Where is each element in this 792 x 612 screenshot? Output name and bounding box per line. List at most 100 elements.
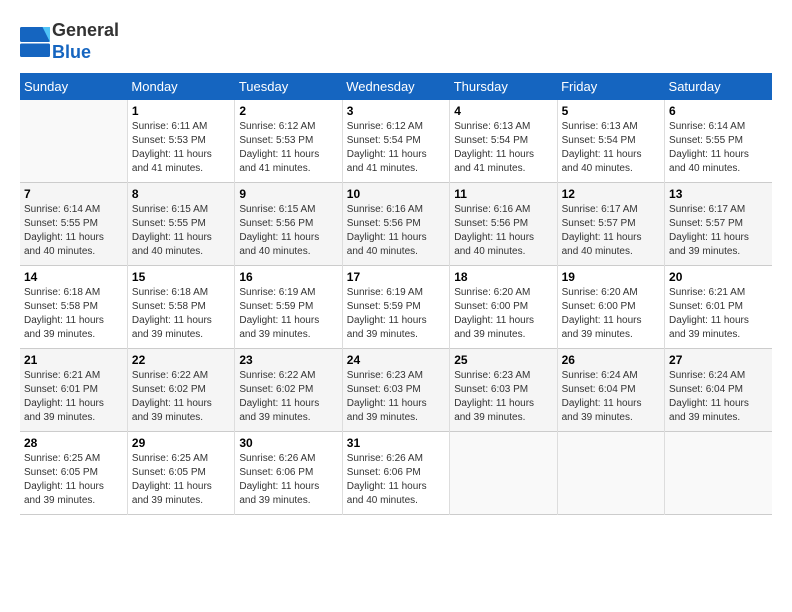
day-number: 12	[562, 187, 660, 201]
day-number: 1	[132, 104, 230, 118]
weekday-header-saturday: Saturday	[665, 73, 772, 100]
day-number: 19	[562, 270, 660, 284]
day-info: Sunrise: 6:18 AMSunset: 5:58 PMDaylight:…	[132, 286, 230, 342]
calendar-cell: 5 Sunrise: 6:13 AMSunset: 5:54 PMDaylight…	[557, 100, 664, 183]
day-info: Sunrise: 6:23 AMSunset: 6:03 PMDaylight:…	[454, 369, 552, 425]
calendar-cell: 15 Sunrise: 6:18 AMSunset: 5:58 PMDayligh…	[127, 266, 234, 349]
day-number: 15	[132, 270, 230, 284]
calendar-cell: 29 Sunrise: 6:25 AMSunset: 6:05 PMDayligh…	[127, 432, 234, 515]
day-info: Sunrise: 6:25 AMSunset: 6:05 PMDaylight:…	[132, 452, 230, 508]
day-info: Sunrise: 6:17 AMSunset: 5:57 PMDaylight:…	[562, 203, 660, 259]
day-number: 14	[24, 270, 123, 284]
day-info: Sunrise: 6:24 AMSunset: 6:04 PMDaylight:…	[669, 369, 768, 425]
day-number: 13	[669, 187, 768, 201]
calendar-cell	[665, 432, 772, 515]
calendar-week-row: 14 Sunrise: 6:18 AMSunset: 5:58 PMDayligh…	[20, 266, 772, 349]
day-info: Sunrise: 6:12 AMSunset: 5:53 PMDaylight:…	[239, 120, 337, 176]
day-info: Sunrise: 6:12 AMSunset: 5:54 PMDaylight:…	[347, 120, 445, 176]
day-info: Sunrise: 6:14 AMSunset: 5:55 PMDaylight:…	[669, 120, 768, 176]
calendar-cell: 23Sunrise: 6:22 AMSunset: 6:02 PMDayligh…	[235, 349, 342, 432]
day-number: 30	[239, 436, 337, 450]
day-number: 5	[562, 104, 660, 118]
calendar-cell: 24 Sunrise: 6:23 AMSunset: 6:03 PMDayligh…	[342, 349, 449, 432]
day-number: 29	[132, 436, 230, 450]
logo-blue: Blue	[52, 42, 91, 62]
day-info: Sunrise: 6:19 AMSunset: 5:59 PMDaylight:…	[239, 286, 337, 342]
day-info: Sunrise: 6:16 AMSunset: 5:56 PMDaylight:…	[347, 203, 445, 259]
calendar-cell: 16 Sunrise: 6:19 AMSunset: 5:59 PMDayligh…	[235, 266, 342, 349]
calendar-cell	[557, 432, 664, 515]
page-header: General Blue	[20, 20, 772, 63]
day-info: Sunrise: 6:13 AMSunset: 5:54 PMDaylight:…	[562, 120, 660, 176]
day-info: Sunrise: 6:20 AMSunset: 6:00 PMDaylight:…	[454, 286, 552, 342]
calendar-cell: 7 Sunrise: 6:14 AMSunset: 5:55 PMDaylight…	[20, 183, 127, 266]
calendar-cell: 3 Sunrise: 6:12 AMSunset: 5:54 PMDaylight…	[342, 100, 449, 183]
calendar-cell: 28Sunrise: 6:25 AMSunset: 6:05 PMDayligh…	[20, 432, 127, 515]
day-number: 2	[239, 104, 337, 118]
day-info: Sunrise: 6:19 AMSunset: 5:59 PMDaylight:…	[347, 286, 445, 342]
day-number: 31	[347, 436, 445, 450]
day-info: Sunrise: 6:22 AMSunset: 6:02 PMDaylight:…	[132, 369, 230, 425]
day-info: Sunrise: 6:11 AMSunset: 5:53 PMDaylight:…	[132, 120, 230, 176]
calendar-week-row: 7 Sunrise: 6:14 AMSunset: 5:55 PMDaylight…	[20, 183, 772, 266]
day-info: Sunrise: 6:15 AMSunset: 5:55 PMDaylight:…	[132, 203, 230, 259]
day-info: Sunrise: 6:26 AMSunset: 6:06 PMDaylight:…	[239, 452, 337, 508]
weekday-header-wednesday: Wednesday	[342, 73, 449, 100]
calendar-cell: 4Sunrise: 6:13 AMSunset: 5:54 PMDaylight…	[450, 100, 557, 183]
calendar-cell: 30 Sunrise: 6:26 AMSunset: 6:06 PMDayligh…	[235, 432, 342, 515]
day-number: 27	[669, 353, 768, 367]
weekday-header-sunday: Sunday	[20, 73, 127, 100]
calendar-cell: 14 Sunrise: 6:18 AMSunset: 5:58 PMDayligh…	[20, 266, 127, 349]
day-number: 4	[454, 104, 552, 118]
day-number: 22	[132, 353, 230, 367]
weekday-header-friday: Friday	[557, 73, 664, 100]
day-number: 7	[24, 187, 123, 201]
day-number: 6	[669, 104, 768, 118]
calendar-cell: 21Sunrise: 6:21 AMSunset: 6:01 PMDayligh…	[20, 349, 127, 432]
calendar-cell: 20 Sunrise: 6:21 AMSunset: 6:01 PMDayligh…	[665, 266, 772, 349]
day-info: Sunrise: 6:24 AMSunset: 6:04 PMDaylight:…	[562, 369, 660, 425]
weekday-header-monday: Monday	[127, 73, 234, 100]
logo-icon	[20, 27, 50, 57]
day-number: 23	[239, 353, 337, 367]
calendar-cell	[450, 432, 557, 515]
day-info: Sunrise: 6:20 AMSunset: 6:00 PMDaylight:…	[562, 286, 660, 342]
day-number: 3	[347, 104, 445, 118]
calendar-cell: 2 Sunrise: 6:12 AMSunset: 5:53 PMDaylight…	[235, 100, 342, 183]
calendar-cell: 13 Sunrise: 6:17 AMSunset: 5:57 PMDayligh…	[665, 183, 772, 266]
day-info: Sunrise: 6:23 AMSunset: 6:03 PMDaylight:…	[347, 369, 445, 425]
day-info: Sunrise: 6:21 AMSunset: 6:01 PMDaylight:…	[24, 369, 123, 425]
day-info: Sunrise: 6:21 AMSunset: 6:01 PMDaylight:…	[669, 286, 768, 342]
calendar-cell: 27 Sunrise: 6:24 AMSunset: 6:04 PMDayligh…	[665, 349, 772, 432]
calendar-cell: 11Sunrise: 6:16 AMSunset: 5:56 PMDayligh…	[450, 183, 557, 266]
day-number: 16	[239, 270, 337, 284]
logo-general: General	[52, 20, 119, 40]
day-info: Sunrise: 6:26 AMSunset: 6:06 PMDaylight:…	[347, 452, 445, 508]
day-number: 17	[347, 270, 445, 284]
calendar-table: SundayMondayTuesdayWednesdayThursdayFrid…	[20, 73, 772, 515]
calendar-cell: 8 Sunrise: 6:15 AMSunset: 5:55 PMDaylight…	[127, 183, 234, 266]
calendar-cell: 18 Sunrise: 6:20 AMSunset: 6:00 PMDayligh…	[450, 266, 557, 349]
day-info: Sunrise: 6:17 AMSunset: 5:57 PMDaylight:…	[669, 203, 768, 259]
day-info: Sunrise: 6:18 AMSunset: 5:58 PMDaylight:…	[24, 286, 123, 342]
day-number: 18	[454, 270, 552, 284]
calendar-week-row: 1 Sunrise: 6:11 AMSunset: 5:53 PMDaylight…	[20, 100, 772, 183]
day-number: 26	[562, 353, 660, 367]
day-info: Sunrise: 6:15 AMSunset: 5:56 PMDaylight:…	[239, 203, 337, 259]
day-info: Sunrise: 6:14 AMSunset: 5:55 PMDaylight:…	[24, 203, 123, 259]
day-number: 8	[132, 187, 230, 201]
calendar-cell	[20, 100, 127, 183]
day-number: 20	[669, 270, 768, 284]
weekday-header-row: SundayMondayTuesdayWednesdayThursdayFrid…	[20, 73, 772, 100]
calendar-cell: 10 Sunrise: 6:16 AMSunset: 5:56 PMDayligh…	[342, 183, 449, 266]
calendar-cell: 12 Sunrise: 6:17 AMSunset: 5:57 PMDayligh…	[557, 183, 664, 266]
weekday-header-thursday: Thursday	[450, 73, 557, 100]
calendar-cell: 31 Sunrise: 6:26 AMSunset: 6:06 PMDayligh…	[342, 432, 449, 515]
calendar-week-row: 28Sunrise: 6:25 AMSunset: 6:05 PMDayligh…	[20, 432, 772, 515]
day-number: 10	[347, 187, 445, 201]
calendar-cell: 22 Sunrise: 6:22 AMSunset: 6:02 PMDayligh…	[127, 349, 234, 432]
day-info: Sunrise: 6:16 AMSunset: 5:56 PMDaylight:…	[454, 203, 552, 259]
logo-text: General Blue	[52, 20, 119, 63]
calendar-cell: 9Sunrise: 6:15 AMSunset: 5:56 PMDaylight…	[235, 183, 342, 266]
day-number: 24	[347, 353, 445, 367]
